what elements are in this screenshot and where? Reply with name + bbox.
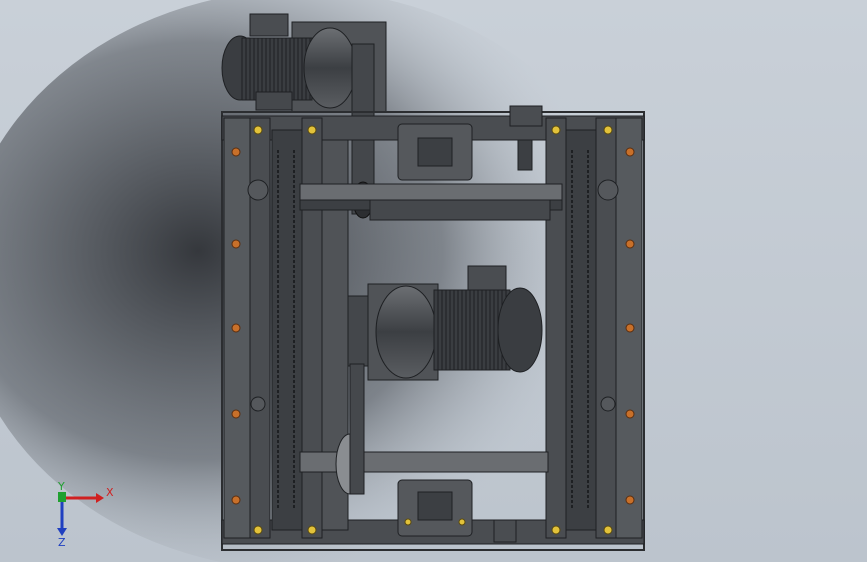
y-axis-label: Y — [57, 480, 65, 493]
cad-viewport[interactable]: X Y Z — [0, 0, 867, 562]
assembly-drawing: X Y Z — [0, 0, 645, 562]
z-axis-label: Z — [58, 536, 66, 549]
x-axis-label: X — [106, 486, 114, 499]
